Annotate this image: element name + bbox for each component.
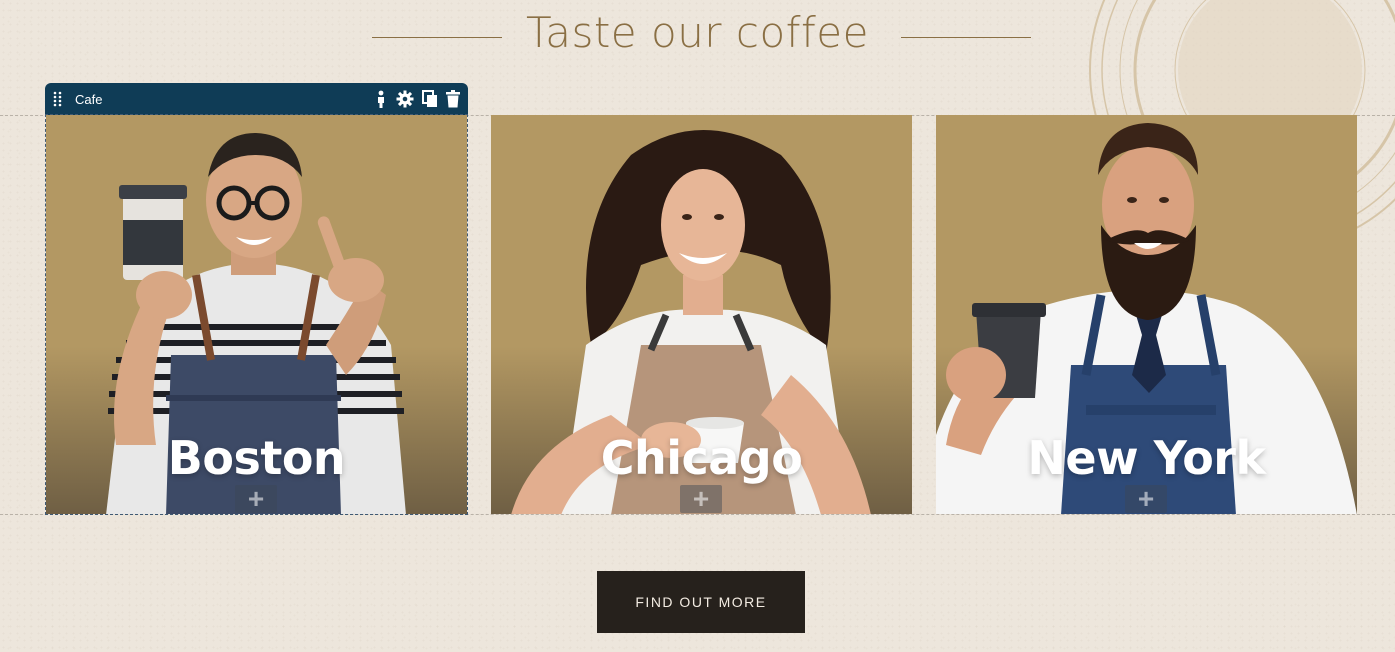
- card-city-title: New York: [1027, 431, 1266, 485]
- add-block-button[interactable]: +: [235, 485, 277, 513]
- gear-icon[interactable]: [396, 90, 414, 108]
- block-label: Cafe: [75, 92, 103, 107]
- person-icon[interactable]: [374, 90, 388, 108]
- find-out-more-button[interactable]: FIND OUT MORE: [597, 571, 805, 633]
- add-block-button[interactable]: +: [1125, 485, 1167, 513]
- guide-line-bottom: [0, 514, 1395, 515]
- cafe-card-boston[interactable]: Boston +: [45, 114, 468, 515]
- toolbar-actions: [374, 90, 460, 108]
- section-title: Taste our coffee: [526, 8, 869, 57]
- cafe-card-new-york[interactable]: New York +: [936, 115, 1357, 514]
- drag-handle-icon[interactable]: [53, 91, 63, 107]
- trash-icon[interactable]: [446, 90, 460, 108]
- copy-icon[interactable]: [422, 90, 438, 108]
- add-block-button[interactable]: +: [680, 485, 722, 513]
- cafe-card-chicago[interactable]: Chicago +: [491, 115, 912, 514]
- title-rule-right: [901, 37, 1031, 38]
- block-editor-toolbar: Cafe: [45, 83, 468, 115]
- card-city-title: Boston: [167, 431, 346, 485]
- card-city-title: Chicago: [600, 431, 803, 485]
